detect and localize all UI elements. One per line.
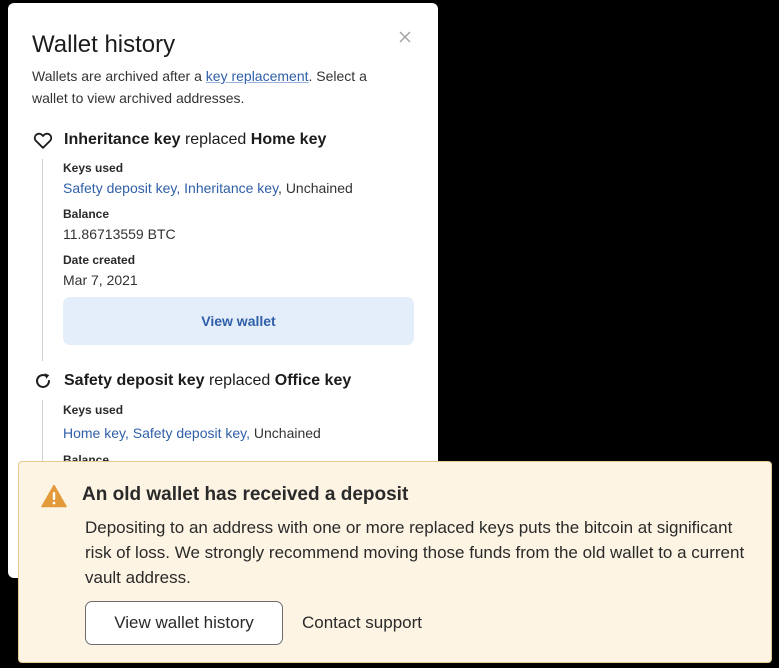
heart-icon bbox=[32, 129, 54, 151]
key-replacement-link[interactable]: key replacement bbox=[206, 68, 309, 84]
balance-value: 11.86713559 BTC bbox=[63, 226, 176, 242]
timeline-line bbox=[42, 159, 43, 361]
deposit-warning-alert: An old wallet has received a deposit Dep… bbox=[18, 461, 772, 663]
old-key-name: Home key bbox=[250, 131, 327, 148]
balance-label: Balance bbox=[63, 207, 110, 221]
entry-title-text: Safety deposit key replaced Office key bbox=[64, 372, 351, 390]
new-key-name: Inheritance key bbox=[64, 131, 181, 148]
keys-link[interactable]: Home key, Safety deposit key, bbox=[63, 425, 250, 441]
view-wallet-history-button[interactable]: View wallet history bbox=[85, 601, 283, 645]
contact-support-link[interactable]: Contact support bbox=[302, 613, 422, 633]
history-entry-title: Inheritance key replaced Home key bbox=[32, 129, 326, 151]
keys-used-label: Keys used bbox=[63, 403, 124, 417]
date-created-label: Date created bbox=[63, 253, 136, 267]
keys-plain: , Unchained bbox=[278, 180, 353, 196]
keys-used-value: Safety deposit key, Inheritance key, Unc… bbox=[63, 180, 353, 196]
entry-title-text: Inheritance key replaced Home key bbox=[64, 131, 326, 149]
keys-used-label: Keys used bbox=[63, 161, 124, 175]
date-created-value: Mar 7, 2021 bbox=[63, 272, 138, 288]
panel-subtitle: Wallets are archived after a key replace… bbox=[32, 65, 402, 109]
view-wallet-button[interactable]: View wallet bbox=[63, 297, 414, 345]
subtitle-text-start: Wallets are archived after a bbox=[32, 68, 206, 84]
new-key-name: Safety deposit key bbox=[64, 372, 205, 389]
keys-plain: Unchained bbox=[250, 425, 321, 441]
history-entry-title: Safety deposit key replaced Office key bbox=[32, 370, 351, 392]
old-key-name: Office key bbox=[274, 372, 352, 389]
alert-body: Depositing to an address with one or mor… bbox=[85, 518, 745, 587]
panel-title: Wallet history bbox=[32, 31, 176, 58]
replaced-verb: replaced bbox=[180, 131, 251, 148]
replaced-verb: replaced bbox=[204, 372, 275, 389]
close-icon[interactable] bbox=[397, 29, 413, 45]
keys-link[interactable]: Safety deposit key, Inheritance key bbox=[63, 180, 278, 196]
warning-icon bbox=[41, 484, 67, 508]
refresh-icon bbox=[32, 370, 54, 392]
keys-used-value: Home key, Safety deposit key, Unchained bbox=[63, 425, 321, 441]
alert-title: An old wallet has received a deposit bbox=[82, 484, 409, 505]
